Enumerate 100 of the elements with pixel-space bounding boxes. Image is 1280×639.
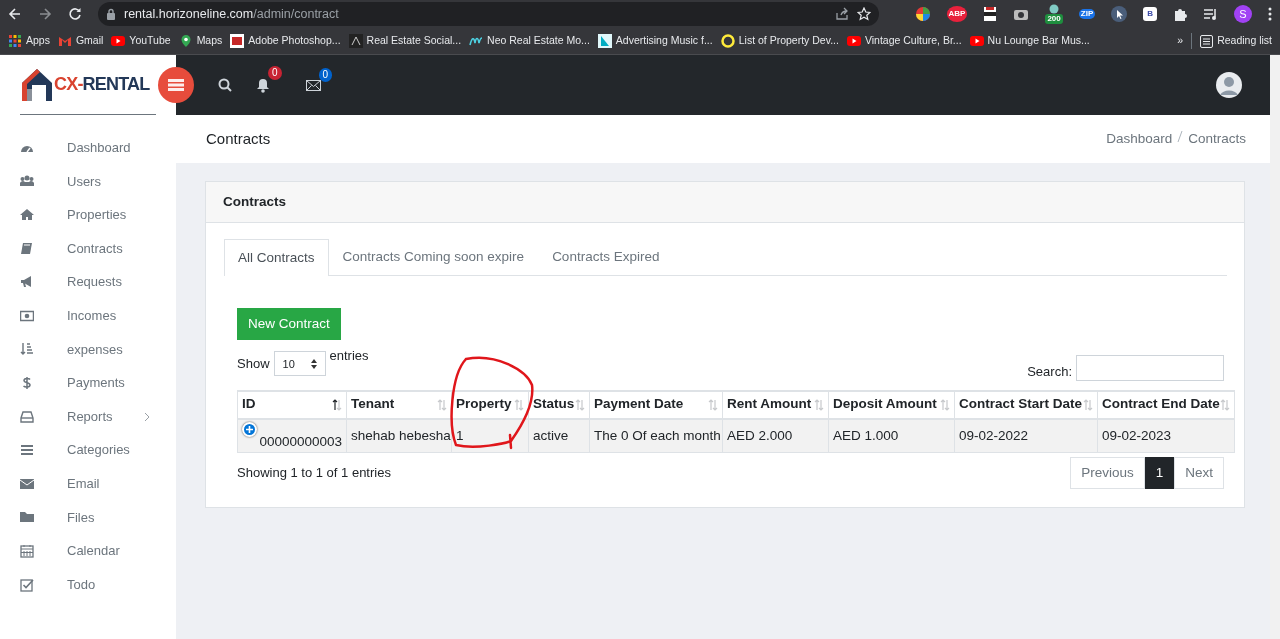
sidebar-item[interactable]: Requests <box>0 265 176 299</box>
adblock-icon[interactable]: ABP <box>946 6 968 22</box>
ring-icon <box>720 34 735 48</box>
play-icon <box>969 34 984 48</box>
more-icon[interactable] <box>1268 7 1272 21</box>
column-header[interactable]: ID <box>237 390 347 419</box>
back-icon[interactable] <box>8 7 22 21</box>
search-field[interactable] <box>1076 354 1224 381</box>
user-avatar-icon[interactable] <box>1216 72 1242 98</box>
counter-badge: 200 <box>1045 14 1063 24</box>
sidebar-item[interactable]: Calendar <box>0 534 176 568</box>
bookmark[interactable]: Neo Real Estate Mo... <box>469 33 590 49</box>
bookmark[interactable]: List of Property Dev... <box>720 33 839 49</box>
overflow-chevron[interactable]: » <box>1177 33 1184 49</box>
sidebar-item[interactable]: Contracts <box>0 231 176 266</box>
bookmark[interactable]: Vintage Culture, Br... <box>846 33 962 49</box>
share-icon[interactable] <box>834 7 849 21</box>
map-pin-icon <box>178 34 193 48</box>
bookmark[interactable]: Advertising Music f... <box>597 33 713 49</box>
sidebar-item[interactable]: Properties <box>0 198 176 232</box>
puzzle-icon[interactable] <box>1173 7 1187 21</box>
bookmark[interactable]: Apps <box>8 33 50 49</box>
page-title: Contracts <box>206 128 271 149</box>
b-extension-icon[interactable]: B <box>1143 7 1157 21</box>
tab[interactable]: All Contracts <box>224 239 329 276</box>
address-bar[interactable]: rental.horizoneline.com/admin/contract <box>98 2 879 26</box>
column-header[interactable]: Contract End Date <box>1097 390 1235 419</box>
column-header[interactable]: Status <box>528 390 590 419</box>
table-info: Showing 1 to 1 of 1 entries <box>237 464 391 482</box>
bookmark[interactable]: Adobe Photoshop... <box>230 33 341 49</box>
cursor-icon[interactable] <box>1111 6 1128 22</box>
sidebar-item[interactable]: Users <box>0 164 176 199</box>
breadcrumb-link[interactable]: Dashboard <box>1106 128 1173 150</box>
bookmark[interactable]: Gmail <box>57 33 104 49</box>
expand-row-button[interactable] <box>242 421 257 437</box>
breadcrumb-current: Contracts <box>1188 129 1246 148</box>
sidebar-item[interactable]: Incomes <box>0 298 176 333</box>
column-header[interactable]: Payment Date <box>589 390 723 419</box>
reload-icon[interactable] <box>68 7 82 21</box>
url-text: rental.horizoneline.com/admin/contract <box>124 6 340 24</box>
table-cell: 09-02-2022 <box>954 418 1098 453</box>
envelope-icon <box>20 476 34 491</box>
bookmark[interactable]: Nu Lounge Bar Mus... <box>969 33 1090 49</box>
table-cell: The 0 Of each month <box>589 418 723 453</box>
book-icon <box>20 241 34 256</box>
search-label: Search: <box>1027 363 1072 381</box>
breadcrumb-separator-icon <box>1176 128 1185 143</box>
column-header[interactable]: Tenant <box>346 390 452 419</box>
forward-icon[interactable] <box>38 7 52 21</box>
column-header[interactable]: Contract Start Date <box>954 390 1098 419</box>
updown-caret-icon <box>310 358 317 369</box>
profile-avatar[interactable]: S <box>1234 5 1252 23</box>
sidebar-item[interactable]: Categories <box>0 433 176 467</box>
color-wheel-icon[interactable] <box>914 6 931 22</box>
table-cell: 09-02-2023 <box>1097 418 1235 453</box>
home-icon <box>20 208 34 222</box>
camera-icon[interactable] <box>1013 7 1030 21</box>
search-icon[interactable] <box>218 78 232 92</box>
mail-icon <box>57 34 72 48</box>
globe-icon <box>1048 4 1061 14</box>
folder-icon <box>20 510 34 525</box>
column-header[interactable]: Deposit Amount <box>828 390 955 419</box>
table-cell: active <box>528 418 590 453</box>
money-icon <box>20 308 34 323</box>
document-icon[interactable] <box>983 6 998 22</box>
bookmark[interactable]: Real Estate Social... <box>348 33 462 49</box>
bell-icon[interactable] <box>256 77 270 93</box>
bookmark[interactable]: YouTube <box>111 33 171 49</box>
card-title: Contracts <box>223 192 286 211</box>
show-label: Show <box>237 355 270 373</box>
page-button[interactable]: Previous <box>1070 456 1145 489</box>
megaphone-icon <box>20 275 34 290</box>
sidebar-item[interactable]: Payments <box>0 366 176 400</box>
bookmark[interactable]: Maps <box>178 33 223 49</box>
page-button[interactable]: 1 <box>1144 456 1175 489</box>
sidebar-item[interactable]: Email <box>0 466 176 501</box>
thumbnail-icon <box>230 34 245 48</box>
menu-toggle-button[interactable] <box>158 67 194 103</box>
sidebar-item[interactable]: Todo <box>0 567 176 602</box>
page-size-select[interactable]: 10 <box>273 351 326 377</box>
brand-name: CX-RENTAL <box>54 73 150 96</box>
column-header[interactable]: Property <box>451 390 529 419</box>
column-header[interactable]: Rent Amount <box>722 390 829 419</box>
sidebar-item[interactable]: Files <box>0 500 176 535</box>
sort-list-icon <box>20 342 34 357</box>
star-icon[interactable] <box>856 7 871 21</box>
tab[interactable]: Contracts Coming soon expire <box>328 239 539 275</box>
tab[interactable]: Contracts Expired <box>538 239 674 275</box>
sidebar-item[interactable]: Reports <box>0 399 176 434</box>
sidebar-item[interactable]: Dashboard <box>0 131 176 165</box>
media-icon[interactable] <box>1203 8 1218 20</box>
zip-icon[interactable]: ZIP <box>1078 9 1096 19</box>
reading-list-button[interactable]: Reading list <box>1191 33 1272 49</box>
envelope-icon[interactable] <box>305 79 321 91</box>
sidebar-item[interactable]: expenses <box>0 332 176 367</box>
play-icon <box>846 34 861 48</box>
table-cell: 00000000003 <box>237 418 347 453</box>
table-cell: AED 2.000 <box>722 418 829 453</box>
list-icon <box>1200 34 1214 48</box>
page-button[interactable]: Next <box>1174 456 1224 489</box>
